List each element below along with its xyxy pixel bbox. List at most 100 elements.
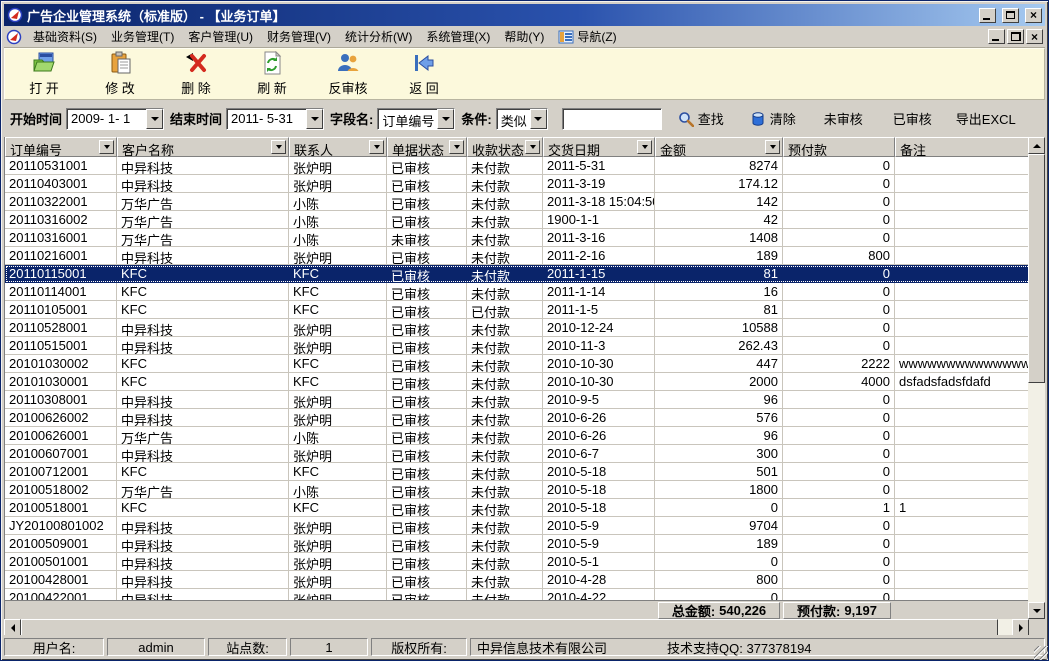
scroll-right-icon[interactable] [1012,619,1029,636]
refresh-button[interactable]: 刷 新 [241,51,303,97]
table-row[interactable]: 20110105001KFCKFC已审核已付款2011-1-5810 [5,301,1033,319]
minimize-button[interactable] [979,8,996,23]
clear-button[interactable]: 清除 [746,107,800,130]
column-filter-dropdown-icon[interactable] [637,140,652,154]
menu-item-5[interactable]: 统计分析(W) [338,26,419,47]
cell-交货日期: 2011-3-18 15:04:50 [543,193,655,211]
condition-combobox[interactable]: 类似 [496,108,548,130]
table-row[interactable]: 20110322001万华广告小陈已审核未付款2011-3-18 15:04:5… [5,193,1033,211]
menu-item-3[interactable]: 客户管理(U) [181,26,260,47]
table-row[interactable]: 20110316002万华广告小陈已审核未付款1900-1-1420 [5,211,1033,229]
table-row[interactable]: 20110316001万华广告小陈未审核未付款2011-3-1614080 [5,229,1033,247]
column-header-6[interactable]: 交货日期 [543,137,655,157]
scroll-left-icon[interactable] [4,619,21,636]
end-date-combobox[interactable]: 2011- 5-31 [226,108,324,130]
cell-收款状态: 未付款 [467,589,543,600]
modify-button[interactable]: 修 改 [89,51,151,97]
table-row[interactable]: 20110216001中异科技张炉明已审核未付款2011-2-16189800 [5,247,1033,265]
table-row[interactable]: 20100626002中异科技张炉明已审核未付款2010-6-265760 [5,409,1033,427]
cell-订单编号: 20110322001 [5,193,117,211]
table-row[interactable]: 20110403001中异科技张炉明已审核未付款2011-3-19174.120 [5,175,1033,193]
horizontal-scrollbar[interactable] [4,619,1045,636]
vertical-scroll-thumb[interactable] [1028,154,1045,383]
delete-button[interactable]: 删 除 [165,51,227,97]
table-row[interactable]: 20101030002KFCKFC已审核未付款2010-10-304472222… [5,355,1033,373]
mdi-restore-button[interactable] [1007,29,1024,44]
column-filter-dropdown-icon[interactable] [765,140,780,154]
back-button[interactable]: 返 回 [393,51,455,97]
cell-金额: 2000 [655,373,783,391]
resize-grip[interactable] [1034,646,1048,660]
scrollbar-corner [1029,619,1045,636]
end-date-dropdown-icon[interactable] [306,109,323,129]
table-row[interactable]: 20110308001中异科技张炉明已审核未付款2010-9-5960 [5,391,1033,409]
field-name-dropdown-icon[interactable] [437,109,454,129]
menu-item-1[interactable]: 基础资料(S) [26,26,104,47]
modify-icon [108,51,132,75]
table-row[interactable]: 20110531001中异科技张炉明已审核未付款2011-5-3182740 [5,157,1033,175]
start-date-combobox[interactable]: 2009- 1- 1 [66,108,164,130]
horizontal-scroll-thumb[interactable] [21,619,998,636]
table-row[interactable]: 20101030001KFCKFC已审核未付款2010-10-302000400… [5,373,1033,391]
table-row[interactable]: 20100428001中异科技张炉明已审核未付款2010-4-288000 [5,571,1033,589]
table-row[interactable]: 20100712001KFCKFC已审核未付款2010-5-185010 [5,463,1033,481]
column-filter-dropdown-icon[interactable] [525,140,540,154]
column-header-1[interactable]: 订单编号 [5,137,117,157]
unaudited-button[interactable]: 未审核 [820,107,867,130]
menu-item-4[interactable]: 财务管理(V) [260,26,338,47]
close-button[interactable]: × [1025,8,1042,23]
table-row[interactable]: 20100509001中异科技张炉明已审核未付款2010-5-91890 [5,535,1033,553]
column-header-2[interactable]: 客户名称 [117,137,289,157]
cell-单据状态: 未审核 [387,229,467,247]
mdi-minimize-button[interactable] [988,29,1005,44]
cell-交货日期: 2010-6-26 [543,427,655,445]
column-header-7[interactable]: 金额 [655,137,783,157]
column-filter-dropdown-icon[interactable] [449,140,464,154]
scroll-up-icon[interactable] [1028,137,1045,154]
column-header-8[interactable]: 预付款 [783,137,895,157]
table-row[interactable]: JY20100801002中异科技张炉明已审核未付款2010-5-997040 [5,517,1033,535]
scroll-down-icon[interactable] [1028,602,1045,619]
condition-dropdown-icon[interactable] [530,109,547,129]
mdi-close-button[interactable]: × [1026,29,1043,44]
column-header-3[interactable]: 联系人 [289,137,387,157]
total-prepay-value: 9,197 [844,603,877,618]
table-row[interactable]: 20100518001KFCKFC已审核未付款2010-5-18011 [5,499,1033,517]
table-row[interactable]: 20100518002万华广告小陈已审核未付款2010-5-1818000 [5,481,1033,499]
export-excel-button[interactable]: 导出EXCL [952,107,1020,130]
unaudit-button[interactable]: 反审核 [317,51,379,97]
column-header-9[interactable]: 备注 [895,137,1033,157]
column-filter-dropdown-icon[interactable] [369,140,384,154]
menu-item-8[interactable]: 导航(Z) [551,26,623,47]
maximize-button[interactable] [1002,8,1019,23]
table-row[interactable]: 20100501001中异科技张炉明已审核未付款2010-5-100 [5,553,1033,571]
cell-客户名称: 万华广告 [117,193,289,211]
menu-item-7[interactable]: 帮助(Y) [497,26,551,47]
find-button[interactable]: 查找 [674,107,728,130]
column-header-5[interactable]: 收款状态 [467,137,543,157]
horizontal-scroll-track[interactable] [998,619,1012,636]
audited-button[interactable]: 已审核 [889,107,936,130]
menu-item-2[interactable]: 业务管理(T) [104,26,181,47]
table-row[interactable]: 20110528001中异科技张炉明已审核未付款2010-12-24105880 [5,319,1033,337]
open-button[interactable]: 打 开 [13,51,75,97]
mdi-system-menu-icon[interactable] [6,29,22,45]
table-row[interactable]: 20110114001KFCKFC已审核未付款2011-1-14160 [5,283,1033,301]
find-button-label: 查找 [698,109,724,128]
table-row[interactable]: 20110515001中异科技张炉明已审核未付款2010-11-3262.430 [5,337,1033,355]
table-row[interactable]: 20100626001万华广告小陈已审核未付款2010-6-26960 [5,427,1033,445]
end-date-value: 2011- 5-31 [227,109,306,129]
search-input[interactable] [562,108,662,130]
start-date-dropdown-icon[interactable] [146,109,163,129]
vertical-scrollbar[interactable] [1028,137,1045,619]
status-panel-1: 用户名: [4,638,104,656]
column-filter-dropdown-icon[interactable] [271,140,286,154]
column-filter-dropdown-icon[interactable] [99,140,114,154]
table-row[interactable]: 20110115001KFCKFC已审核未付款2011-1-15810 [5,265,1033,283]
table-row[interactable]: 20100607001中异科技张炉明已审核未付款2010-6-73000 [5,445,1033,463]
menu-item-label: 系统管理(X) [426,28,490,45]
menu-item-6[interactable]: 系统管理(X) [419,26,497,47]
column-header-4[interactable]: 单据状态 [387,137,467,157]
field-name-combobox[interactable]: 订单编号 [377,108,455,130]
table-row[interactable]: 20100422001中异科技张炉明已审核未付款2010-4-2200 [5,589,1033,600]
